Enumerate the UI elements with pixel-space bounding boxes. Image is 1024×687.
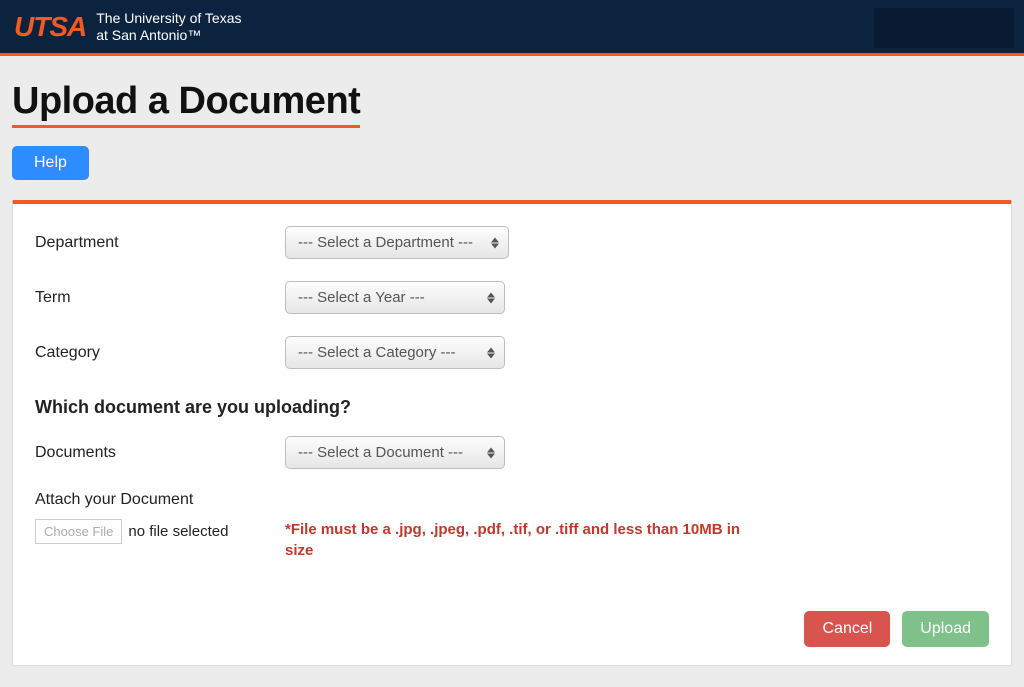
org-name: The University of Texas at San Antonio™	[96, 10, 241, 42]
org-line-1: The University of Texas	[96, 10, 241, 26]
row-department: Department --- Select a Department ---	[35, 226, 989, 259]
select-term[interactable]: --- Select a Year ---	[285, 281, 505, 314]
label-documents: Documents	[35, 444, 285, 462]
choose-file-button[interactable]: Choose File	[35, 519, 122, 544]
select-category[interactable]: --- Select a Category ---	[285, 336, 505, 369]
row-attach: Choose File no file selected *File must …	[35, 519, 989, 561]
header-right-slot	[874, 8, 1014, 48]
form-actions: Cancel Upload	[35, 611, 989, 647]
label-attach: Attach your Document	[35, 491, 989, 509]
row-documents: Documents --- Select a Document ---	[35, 436, 989, 469]
help-button[interactable]: Help	[12, 146, 89, 180]
upload-form-panel: Department --- Select a Department --- T…	[12, 200, 1012, 666]
org-line-2: at San Antonio™	[96, 27, 241, 43]
utsa-logo: UTSA	[14, 11, 86, 43]
label-term: Term	[35, 289, 285, 307]
global-header: UTSA The University of Texas at San Anto…	[0, 0, 1024, 56]
label-category: Category	[35, 344, 285, 362]
page-title: Upload a Document	[12, 80, 360, 128]
row-category: Category --- Select a Category ---	[35, 336, 989, 369]
select-documents[interactable]: --- Select a Document ---	[285, 436, 505, 469]
row-term: Term --- Select a Year ---	[35, 281, 989, 314]
cancel-button[interactable]: Cancel	[804, 611, 890, 647]
upload-button[interactable]: Upload	[902, 611, 989, 647]
label-department: Department	[35, 234, 285, 252]
select-department[interactable]: --- Select a Department ---	[285, 226, 509, 259]
section-question: Which document are you uploading?	[35, 397, 989, 418]
logo-block: UTSA The University of Texas at San Anto…	[14, 10, 241, 42]
file-status-text: no file selected	[128, 523, 228, 540]
file-hint-text: *File must be a .jpg, .jpeg, .pdf, .tif,…	[285, 519, 755, 561]
